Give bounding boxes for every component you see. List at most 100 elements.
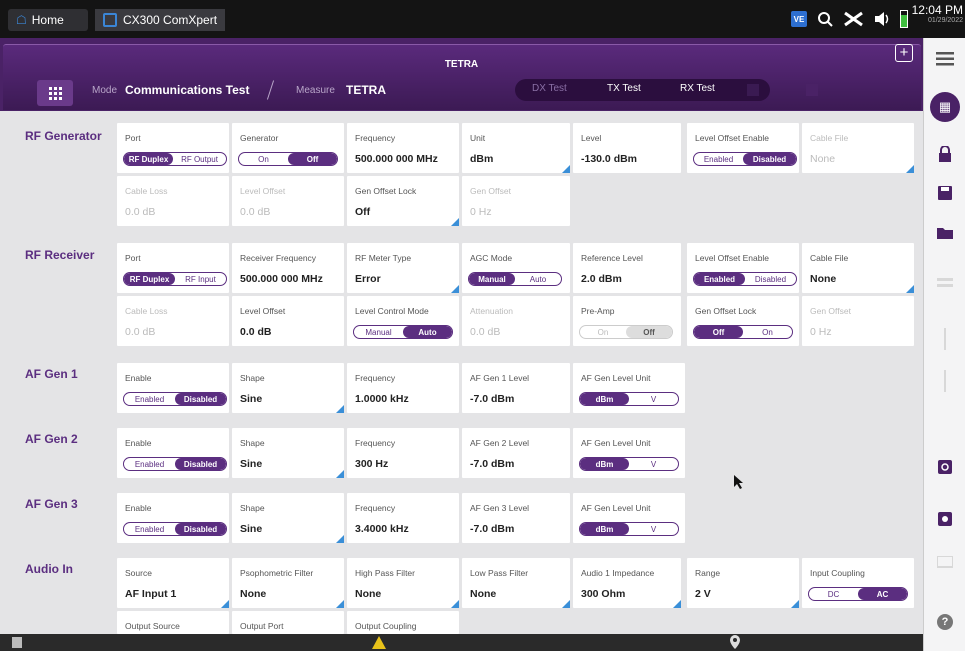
rfrec-cable-file-field[interactable]: Cable File None bbox=[802, 243, 914, 293]
toggle-option-enabled[interactable]: Enabled bbox=[694, 153, 743, 165]
toggle-option-ac[interactable]: AC bbox=[858, 588, 907, 600]
toggle-option-off[interactable]: Off bbox=[694, 326, 743, 338]
afgen1-enable-toggle[interactable]: Enabled Disabled bbox=[123, 392, 227, 406]
afgen3-level-field[interactable]: AF Gen 3 Level -7.0 dBm bbox=[462, 493, 570, 543]
toggle-option-manual[interactable]: Manual bbox=[354, 326, 403, 338]
toggle-option-enabled[interactable]: Enabled bbox=[124, 523, 175, 535]
toggle-option-disabled[interactable]: Disabled bbox=[745, 273, 796, 285]
rfgen-unit-field[interactable]: Unit dBm bbox=[462, 123, 570, 173]
search-wifi-icon[interactable] bbox=[812, 8, 838, 30]
toggle-option-auto[interactable]: Auto bbox=[515, 273, 561, 285]
toggle-option-dbm[interactable]: dBm bbox=[580, 523, 629, 535]
lock-icon[interactable] bbox=[924, 146, 965, 162]
help-icon[interactable]: ? bbox=[924, 614, 965, 630]
audioin-psophometric-field[interactable]: Psophometric Filter None bbox=[232, 558, 344, 608]
toggle-option-v[interactable]: V bbox=[629, 393, 678, 405]
toggle-option-disabled[interactable]: Disabled bbox=[175, 393, 226, 405]
toggle-option-enabled[interactable]: Enabled bbox=[694, 273, 745, 285]
search-icon[interactable] bbox=[924, 460, 965, 474]
rfrec-agc-mode-field[interactable]: AGC Mode Manual Auto bbox=[462, 243, 570, 293]
rfgen-level-field[interactable]: Level -130.0 dBm bbox=[573, 123, 681, 173]
tab-rx-test[interactable]: RX Test bbox=[680, 83, 715, 94]
mode-value[interactable]: Communications Test bbox=[125, 83, 249, 97]
afgen1-enable-field[interactable]: Enable Enabled Disabled bbox=[117, 363, 229, 413]
audioin-impedance-field[interactable]: Audio 1 Impedance 300 Ohm bbox=[573, 558, 681, 608]
add-tab-button[interactable]: + bbox=[895, 44, 913, 62]
afgen3-unit-field[interactable]: AF Gen Level Unit dBm V bbox=[573, 493, 685, 543]
tab-dx-test[interactable]: DX Test bbox=[532, 83, 567, 94]
toggle-option-disabled[interactable]: Disabled bbox=[175, 523, 226, 535]
audioin-lpf-field[interactable]: Low Pass Filter None bbox=[462, 558, 570, 608]
toggle-option-off[interactable]: RF Output bbox=[173, 153, 226, 165]
toggle-option-dc[interactable]: DC bbox=[809, 588, 858, 600]
apps-icon[interactable]: ▦ bbox=[924, 92, 965, 122]
rfgen-frequency-field[interactable]: Frequency 500.000 000 MHz bbox=[347, 123, 459, 173]
afgen2-unit-toggle[interactable]: dBm V bbox=[579, 457, 679, 471]
rfrec-level-offset-enable-field[interactable]: Level Offset Enable Enabled Disabled bbox=[687, 243, 799, 293]
rfrec-level-offset-field[interactable]: Level Offset 0.0 dB bbox=[232, 296, 344, 346]
rfrec-meter-type-field[interactable]: RF Meter Type Error bbox=[347, 243, 459, 293]
rfgen-level-offset-toggle[interactable]: Enabled Disabled bbox=[693, 152, 797, 166]
app-tab[interactable]: CX300 ComXpert bbox=[95, 9, 225, 31]
toggle-option-v[interactable]: V bbox=[629, 458, 678, 470]
afgen2-level-field[interactable]: AF Gen 2 Level -7.0 dBm bbox=[462, 428, 570, 478]
afgen1-unit-toggle[interactable]: dBm V bbox=[579, 392, 679, 406]
toggle-option-off[interactable]: Off bbox=[288, 153, 337, 165]
rfrec-agc-toggle[interactable]: Manual Auto bbox=[468, 272, 562, 286]
toggle-option-disabled[interactable]: Disabled bbox=[175, 458, 226, 470]
toggle-option-disabled[interactable]: Disabled bbox=[743, 153, 796, 165]
rfrec-gen-offset-lock-toggle[interactable]: Off On bbox=[693, 325, 793, 339]
save-icon[interactable] bbox=[924, 186, 965, 200]
audioin-output-coupling-field[interactable]: Output Coupling bbox=[347, 611, 459, 634]
apps-grid-button[interactable] bbox=[37, 80, 73, 106]
rfrec-level-control-mode-field[interactable]: Level Control Mode Manual Auto bbox=[347, 296, 459, 346]
audioin-coupling-field[interactable]: Input Coupling DC AC bbox=[802, 558, 914, 608]
rfgen-gen-offset-lock-field[interactable]: Gen Offset Lock Off bbox=[347, 176, 459, 226]
volume-icon[interactable] bbox=[870, 8, 894, 30]
toggle-option-v[interactable]: V bbox=[629, 523, 678, 535]
rfgen-level-offset-enable-field[interactable]: Level Offset Enable Enabled Disabled bbox=[687, 123, 799, 173]
toggle-option-dbm[interactable]: dBm bbox=[580, 393, 629, 405]
tab-tx-test[interactable]: TX Test bbox=[607, 83, 641, 94]
rfrec-reference-level-field[interactable]: Reference Level 2.0 dBm bbox=[573, 243, 681, 293]
ve-icon[interactable]: VE bbox=[789, 8, 809, 30]
audioin-output-source-field[interactable]: Output Source bbox=[117, 611, 229, 634]
home-tab[interactable]: ☖ Home bbox=[8, 9, 88, 31]
afgen2-enable-field[interactable]: Enable Enabled Disabled bbox=[117, 428, 229, 478]
afgen3-frequency-field[interactable]: Frequency 3.4000 kHz bbox=[347, 493, 459, 543]
toggle-option-manual[interactable]: Manual bbox=[469, 273, 515, 285]
tab-extra-icon-2[interactable] bbox=[806, 84, 818, 96]
afgen3-shape-field[interactable]: Shape Sine bbox=[232, 493, 344, 543]
rfrec-port-toggle[interactable]: RF Duplex RF Input bbox=[123, 272, 227, 286]
rfrec-level-control-toggle[interactable]: Manual Auto bbox=[353, 325, 453, 339]
afgen2-enable-toggle[interactable]: Enabled Disabled bbox=[123, 457, 227, 471]
rfrec-level-offset-toggle[interactable]: Enabled Disabled bbox=[693, 272, 797, 286]
audioin-range-field[interactable]: Range 2 V bbox=[687, 558, 799, 608]
audioin-output-port-field[interactable]: Output Port bbox=[232, 611, 344, 634]
menu-icon[interactable] bbox=[924, 52, 965, 66]
measure-value[interactable]: TETRA bbox=[346, 83, 386, 97]
audioin-hpf-field[interactable]: High Pass Filter None bbox=[347, 558, 459, 608]
afgen2-shape-field[interactable]: Shape Sine bbox=[232, 428, 344, 478]
toggle-option-dbm[interactable]: dBm bbox=[580, 458, 629, 470]
toggle-option-on[interactable]: On bbox=[239, 153, 288, 165]
toggle-option-on[interactable]: RF Duplex bbox=[124, 153, 174, 165]
location-pin-icon[interactable] bbox=[730, 635, 740, 649]
document-icon[interactable] bbox=[12, 637, 22, 648]
toggle-option-enabled[interactable]: Enabled bbox=[124, 393, 175, 405]
rfgen-generator-toggle[interactable]: On Off bbox=[238, 152, 338, 166]
afgen1-unit-field[interactable]: AF Gen Level Unit dBm V bbox=[573, 363, 685, 413]
afgen3-enable-field[interactable]: Enable Enabled Disabled bbox=[117, 493, 229, 543]
audioin-source-field[interactable]: Source AF Input 1 bbox=[117, 558, 229, 608]
afgen1-shape-field[interactable]: Shape Sine bbox=[232, 363, 344, 413]
rfrec-frequency-field[interactable]: Receiver Frequency 500.000 000 MHz bbox=[232, 243, 344, 293]
rfrec-gen-offset-lock-field[interactable]: Gen Offset Lock Off On bbox=[687, 296, 799, 346]
warning-icon[interactable] bbox=[372, 636, 386, 649]
toggle-option-auto[interactable]: Auto bbox=[403, 326, 452, 338]
rfgen-port-field[interactable]: Port RF Duplex RF Output bbox=[117, 123, 229, 173]
afgen1-level-field[interactable]: AF Gen 1 Level -7.0 dBm bbox=[462, 363, 570, 413]
rfgen-port-toggle[interactable]: RF Duplex RF Output bbox=[123, 152, 227, 166]
afgen2-frequency-field[interactable]: Frequency 300 Hz bbox=[347, 428, 459, 478]
rfgen-generator-field[interactable]: Generator On Off bbox=[232, 123, 344, 173]
afgen3-unit-toggle[interactable]: dBm V bbox=[579, 522, 679, 536]
